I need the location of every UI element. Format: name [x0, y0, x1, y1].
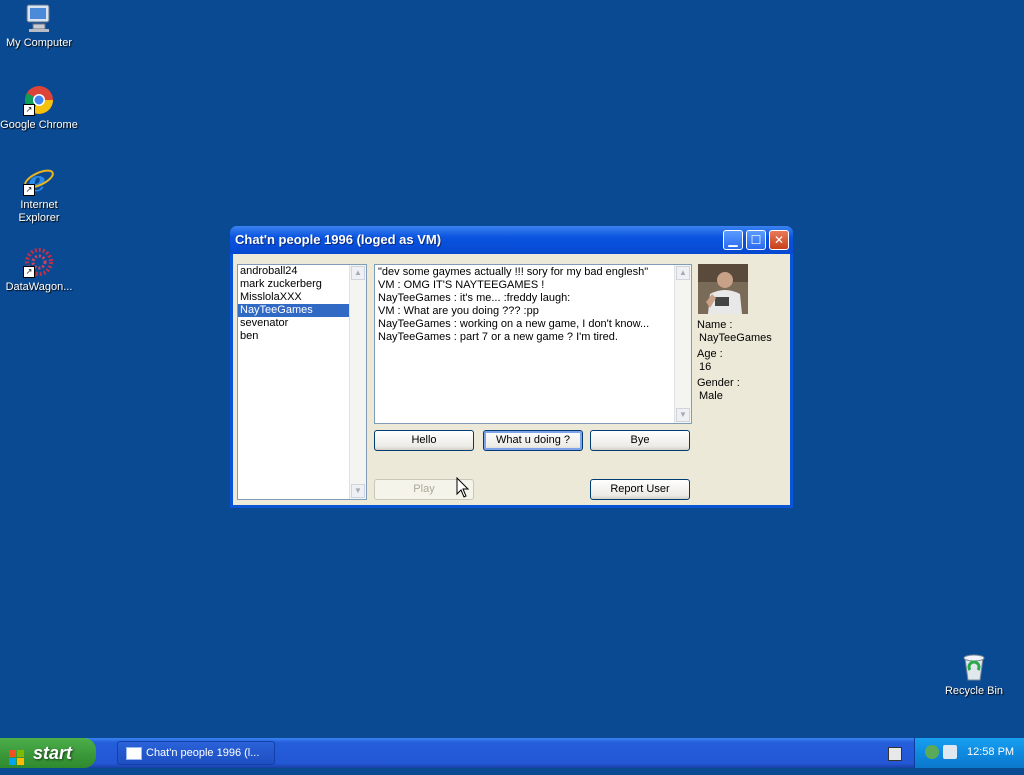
windows-logo-icon — [9, 745, 25, 765]
desktop-icon-label: My Computer — [5, 37, 73, 49]
shortcut-arrow-icon: ↗ — [23, 184, 35, 196]
user-avatar — [698, 264, 748, 314]
desktop-icon-google-chrome[interactable]: ↗ Google Chrome — [0, 84, 79, 132]
report-user-button[interactable]: Report User — [590, 479, 690, 500]
user-list-item[interactable]: NayTeeGames — [238, 304, 349, 317]
chrome-icon: ↗ — [23, 84, 55, 116]
chat-message: VM : OMG IT'S NAYTEEGAMES ! — [378, 279, 545, 291]
start-button[interactable]: start — [0, 738, 96, 768]
network-icon[interactable] — [925, 745, 939, 759]
desktop-icon-label: DataWagon... — [5, 281, 73, 293]
mouse-cursor-icon — [456, 476, 470, 502]
chat-message: NayTeeGames : it's me... :freddy laugh: — [378, 292, 571, 304]
chat-message: "dev some gaymes actually !!! sory for m… — [378, 266, 649, 278]
taskbar-window-label: Chat'n people 1996 (l... — [146, 747, 260, 759]
name-value: NayTeeGames — [699, 332, 772, 344]
desktop-icon-label: Recycle Bin — [944, 685, 1004, 697]
close-icon: ✕ — [773, 233, 785, 247]
volume-icon[interactable] — [943, 745, 957, 759]
user-list[interactable]: androball24 mark zuckerberg MisslolaXXX Nay… — [237, 264, 367, 500]
desktop-icon-internet-explorer[interactable]: e ↗ Internet Explorer — [0, 164, 79, 225]
gender-label: Gender : — [697, 377, 740, 389]
window-icon — [126, 747, 142, 760]
name-label: Name : — [697, 319, 733, 331]
taskbar-clock: 12:58 PM — [967, 746, 1015, 758]
desktop-icon-datawagon[interactable]: ↗ DataWagon... — [0, 246, 79, 294]
desktop-icon-recycle-bin[interactable]: Recycle Bin — [934, 650, 1014, 698]
chat-log[interactable]: "dev some gaymes actually !!! sory for m… — [374, 264, 692, 424]
hello-button[interactable]: Hello — [374, 430, 474, 451]
minimize-button[interactable]: ▁ — [723, 230, 743, 250]
chat-log-scrollbar[interactable]: ▲ ▼ — [674, 265, 691, 423]
scroll-up-arrow-icon[interactable]: ▲ — [351, 266, 365, 280]
chat-message: VM : What are you doing ??? :pp — [378, 305, 539, 317]
window-title: Chat'n people 1996 (loged as VM) — [235, 232, 442, 247]
age-value: 16 — [699, 361, 712, 373]
desktop-icon-label: Internet Explorer — [18, 199, 60, 224]
keyboard-icon[interactable] — [888, 747, 902, 761]
chat-message: NayTeeGames : working on a new game, I d… — [378, 318, 650, 330]
recycle-bin-icon — [958, 650, 990, 682]
chat-message: NayTeeGames : part 7 or a new game ? I'm… — [378, 331, 618, 343]
window-titlebar[interactable]: Chat'n people 1996 (loged as VM) ▁ ☐ ✕ — [230, 226, 793, 254]
what-u-doing-button[interactable]: What u doing ? — [483, 430, 583, 451]
internet-explorer-icon: e ↗ — [23, 164, 55, 198]
desktop-icon-label: Google Chrome — [0, 119, 78, 131]
user-list-item[interactable]: sevenator — [238, 317, 349, 330]
datawagon-icon: ↗ — [23, 246, 55, 278]
maximize-button[interactable]: ☐ — [746, 230, 766, 250]
maximize-icon: ☐ — [750, 233, 762, 247]
user-list-scrollbar[interactable]: ▲ ▼ — [349, 265, 366, 499]
taskbar: start Chat'n people 1996 (l... 12:58 PM — [0, 738, 1024, 768]
scroll-down-arrow-icon[interactable]: ▼ — [676, 408, 690, 422]
age-label: Age : — [697, 348, 723, 360]
close-button[interactable]: ✕ — [769, 230, 789, 250]
window-client-area: androball24 mark zuckerberg MisslolaXXX Nay… — [233, 254, 790, 505]
bye-button[interactable]: Bye — [590, 430, 690, 451]
my-computer-icon — [23, 2, 55, 34]
gender-value: Male — [699, 390, 723, 402]
taskbar-window-button[interactable]: Chat'n people 1996 (l... — [117, 741, 275, 765]
user-list-item[interactable]: ben — [238, 330, 349, 343]
shortcut-arrow-icon: ↗ — [23, 266, 35, 278]
user-list-item[interactable]: MisslolaXXX — [238, 291, 349, 304]
chat-window: Chat'n people 1996 (loged as VM) ▁ ☐ ✕ a… — [230, 226, 793, 508]
scroll-down-arrow-icon[interactable]: ▼ — [351, 484, 365, 498]
minimize-icon: ▁ — [728, 233, 738, 247]
start-label: start — [33, 743, 73, 763]
scroll-up-arrow-icon[interactable]: ▲ — [676, 266, 690, 280]
user-list-item[interactable]: androball24 — [238, 265, 349, 278]
system-tray: 12:58 PM — [914, 738, 1024, 768]
user-list-item[interactable]: mark zuckerberg — [238, 278, 349, 291]
shortcut-arrow-icon: ↗ — [23, 104, 35, 116]
desktop-icon-my-computer[interactable]: My Computer — [0, 2, 79, 50]
